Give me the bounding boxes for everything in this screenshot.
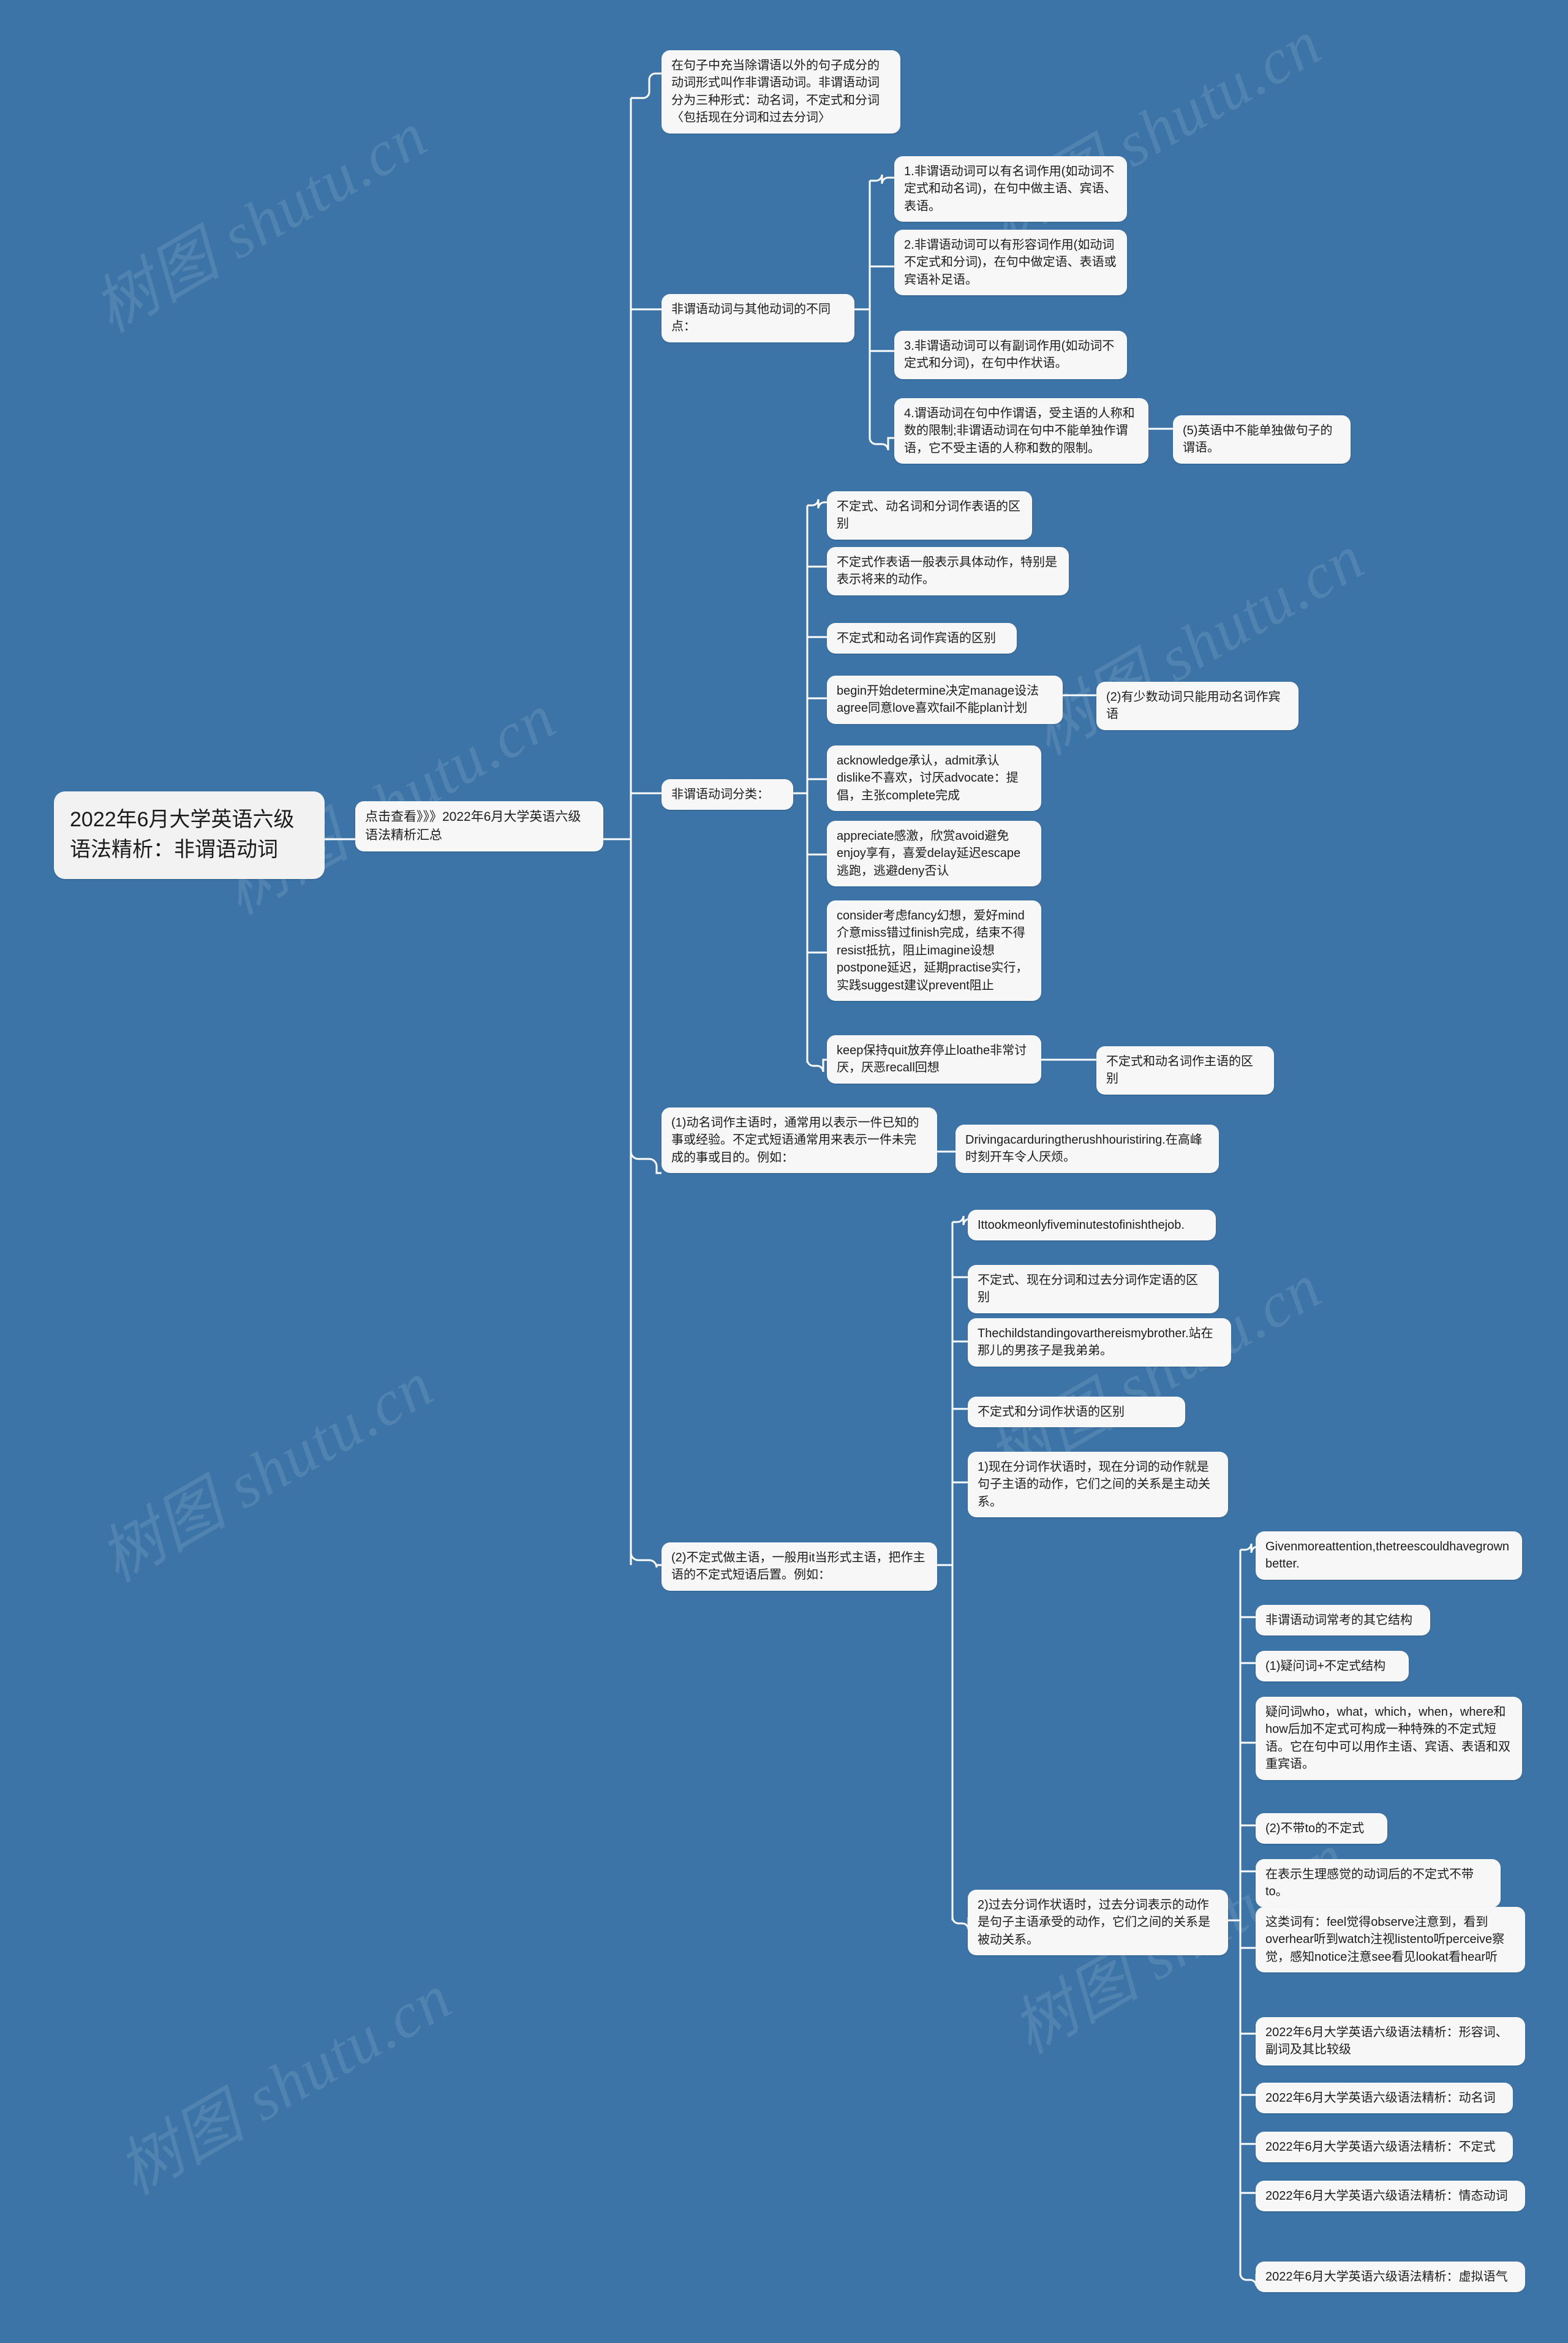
infinitive-item-6[interactable]: 2)过去分词作状语时，过去分词表示的动作是句子主语承受的动作，它们之间的关系是被…	[968, 1890, 1228, 1956]
branch-infinitive-subject-label: (2)不定式做主语，一般用it当形式主语，把作主语的不定式短语后置。例如：	[671, 1551, 925, 1582]
branch-definition-node[interactable]: 在句子中充当除谓语以外的句子成分的动词形式叫作非谓语动词。非谓语动词分为三种形式…	[662, 50, 900, 134]
infinitive-item-1-label: Ittookmeonlyfiveminutestofinishthejob.	[978, 1218, 1185, 1232]
classification-item-8-label: keep保持quit放弃停止loathe非常讨厌，厌恶recall回想	[837, 1044, 1027, 1075]
watermark-text: 树图 shutu.cn	[107, 1961, 464, 2208]
right-item-7-label: 这类词有：feel觉得observe注意到，看到overhear听到watch注…	[1265, 1915, 1505, 1964]
right-item-5-label: (2)不带to的不定式	[1265, 1822, 1365, 1835]
right-item-1[interactable]: Givenmoreattention,thetreescouldhavegrow…	[1256, 1531, 1522, 1580]
differences-item-2-label: 2.非谓语动词可以有形容词作用(如动词不定式和分词)，在句中做定语、表语或宾语补…	[904, 238, 1117, 287]
branch-differences-label: 非谓语动词与其他动词的不同点：	[671, 303, 831, 334]
classification-item-2[interactable]: 不定式作表语一般表示具体动作，特别是表示将来的动作。	[827, 547, 1069, 595]
infinitive-item-1[interactable]: Ittookmeonlyfiveminutestofinishthejob.	[968, 1210, 1216, 1241]
classification-item-4-child[interactable]: (2)有少数动词只能用动名词作宾语	[1096, 682, 1298, 730]
differences-item-4-child-label: (5)英语中不能单独做句子的谓语。	[1183, 424, 1333, 455]
classification-item-7[interactable]: consider考虑fancy幻想，爱好mind介意miss错过finish完成…	[827, 900, 1041, 1001]
classification-item-4-child-label: (2)有少数动词只能用动名词作宾语	[1106, 690, 1281, 722]
related-article-4-label: 2022年6月大学英语六级语法精析：情态动词	[1265, 2189, 1508, 2203]
right-item-1-label: Givenmoreattention,thetreescouldhavegrow…	[1265, 1540, 1510, 1571]
classification-item-1-label: 不定式、动名词和分词作表语的区别	[837, 500, 1020, 531]
branch-classification-label: 非谓语动词分类：	[671, 788, 769, 801]
infinitive-item-5-label: 1)现在分词作状语时，现在分词的动作就是句子主语的动作，它们之间的关系是主动关系…	[978, 1460, 1210, 1509]
classification-item-1[interactable]: 不定式、动名词和分词作表语的区别	[827, 491, 1032, 540]
branch-definition-label: 在句子中充当除谓语以外的句子成分的动词形式叫作非谓语动词。非谓语动词分为三种形式…	[671, 59, 880, 125]
related-article-5-label: 2022年6月大学英语六级语法精析：虚拟语气	[1265, 2270, 1508, 2284]
classification-item-8[interactable]: keep保持quit放弃停止loathe非常讨厌，厌恶recall回想	[827, 1035, 1041, 1084]
right-item-4-label: 疑问词who，what，which，when，where和how后加不定式可构成…	[1265, 1705, 1510, 1771]
differences-item-2[interactable]: 2.非谓语动词可以有形容词作用(如动词不定式和分词)，在句中做定语、表语或宾语补…	[894, 230, 1127, 296]
related-article-2[interactable]: 2022年6月大学英语六级语法精析：动名词	[1256, 2083, 1513, 2114]
differences-item-1[interactable]: 1.非谓语动词可以有名词作用(如动词不定式和动名词)，在句中做主语、宾语、表语。	[894, 156, 1127, 222]
summary-link-label: 点击查看》》》2022年6月大学英语六级语法精析汇总	[365, 810, 581, 842]
infinitive-item-3-label: Thechildstandingovarthereismybrother.站在那…	[978, 1327, 1213, 1358]
classification-item-8-child-label: 不定式和动名词作主语的区别	[1106, 1055, 1253, 1086]
infinitive-item-4[interactable]: 不定式和分词作状语的区别	[968, 1397, 1185, 1428]
classification-item-5[interactable]: acknowledge承认，admit承认dislike不喜欢，讨厌advoca…	[827, 745, 1041, 812]
infinitive-item-6-label: 2)过去分词作状语时，过去分词表示的动作是句子主语承受的动作，它们之间的关系是被…	[978, 1898, 1210, 1947]
classification-item-3[interactable]: 不定式和动名词作宾语的区别	[827, 623, 1017, 654]
right-item-6-label: 在表示生理感觉的动词后的不定式不带to。	[1265, 1868, 1474, 1899]
watermark-text: 树图 shutu.cn	[88, 1349, 445, 1596]
classification-item-3-label: 不定式和动名词作宾语的区别	[837, 632, 996, 645]
differences-item-1-label: 1.非谓语动词可以有名词作用(如动词不定式和动名词)，在句中做主语、宾语、表语。	[904, 165, 1117, 213]
related-article-3-label: 2022年6月大学英语六级语法精析：不定式	[1265, 2140, 1496, 2154]
branch-gerund-subject-label: (1)动名词作主语时，通常用以表示一件已知的事或经验。不定式短语通常用来表示一件…	[671, 1116, 919, 1164]
classification-item-6-label: appreciate感激，欣赏avoid避免enjoy享有，喜爱delay延迟e…	[837, 829, 1021, 878]
classification-item-7-label: consider考虑fancy幻想，爱好mind介意miss错过finish完成…	[837, 909, 1028, 992]
branch-differences-node[interactable]: 非谓语动词与其他动词的不同点：	[662, 294, 854, 342]
root-node-label: 2022年6月大学英语六级语法精析：非谓语动词	[70, 808, 295, 862]
related-article-4[interactable]: 2022年6月大学英语六级语法精析：情态动词	[1256, 2181, 1525, 2212]
classification-item-8-child[interactable]: 不定式和动名词作主语的区别	[1096, 1046, 1274, 1095]
infinitive-item-3[interactable]: Thechildstandingovarthereismybrother.站在那…	[968, 1318, 1231, 1367]
gerund-subject-example-label: Drivingacarduringtherushhouristiring.在高峰…	[965, 1133, 1202, 1164]
right-item-3[interactable]: (1)疑问词+不定式结构	[1256, 1651, 1409, 1682]
branch-classification-node[interactable]: 非谓语动词分类：	[662, 779, 793, 810]
related-article-2-label: 2022年6月大学英语六级语法精析：动名词	[1265, 2091, 1496, 2105]
branch-gerund-subject-node[interactable]: (1)动名词作主语时，通常用以表示一件已知的事或经验。不定式短语通常用来表示一件…	[662, 1107, 937, 1174]
infinitive-item-4-label: 不定式和分词作状语的区别	[978, 1405, 1125, 1419]
differences-item-3[interactable]: 3.非谓语动词可以有副词作用(如动词不定式和分词)，在句中作状语。	[894, 331, 1127, 379]
right-item-5[interactable]: (2)不带to的不定式	[1256, 1813, 1387, 1844]
infinitive-item-2[interactable]: 不定式、现在分词和过去分词作定语的区别	[968, 1265, 1219, 1313]
right-item-3-label: (1)疑问词+不定式结构	[1265, 1659, 1386, 1673]
related-article-3[interactable]: 2022年6月大学英语六级语法精析：不定式	[1256, 2132, 1513, 2163]
classification-item-5-label: acknowledge承认，admit承认dislike不喜欢，讨厌advoca…	[837, 754, 1019, 802]
related-article-5[interactable]: 2022年6月大学英语六级语法精析：虚拟语气	[1256, 2262, 1525, 2293]
infinitive-item-5[interactable]: 1)现在分词作状语时，现在分词的动作就是句子主语的动作，它们之间的关系是主动关系…	[968, 1452, 1228, 1518]
differences-item-4[interactable]: 4.谓语动词在句中作谓语，受主语的人称和数的限制;非谓语动词在句中不能单独作谓语…	[894, 398, 1148, 464]
right-item-2-label: 非谓语动词常考的其它结构	[1265, 1613, 1412, 1627]
right-item-6[interactable]: 在表示生理感觉的动词后的不定式不带to。	[1256, 1859, 1501, 1907]
right-item-2[interactable]: 非谓语动词常考的其它结构	[1256, 1605, 1430, 1636]
root-node[interactable]: 2022年6月大学英语六级语法精析：非谓语动词	[54, 791, 325, 879]
infinitive-item-2-label: 不定式、现在分词和过去分词作定语的区别	[978, 1273, 1198, 1305]
differences-item-3-label: 3.非谓语动词可以有副词作用(如动词不定式和分词)，在句中作状语。	[904, 339, 1115, 371]
gerund-subject-example[interactable]: Drivingacarduringtherushhouristiring.在高峰…	[956, 1125, 1219, 1173]
classification-item-6[interactable]: appreciate感激，欣赏avoid避免enjoy享有，喜爱delay延迟e…	[827, 821, 1041, 887]
classification-item-2-label: 不定式作表语一般表示具体动作，特别是表示将来的动作。	[837, 556, 1057, 587]
related-article-1-label: 2022年6月大学英语六级语法精析：形容词、副词及其比较级	[1265, 2026, 1508, 2057]
branch-infinitive-subject-node[interactable]: (2)不定式做主语，一般用it当形式主语，把作主语的不定式短语后置。例如：	[662, 1542, 937, 1591]
summary-link-node[interactable]: 点击查看》》》2022年6月大学英语六级语法精析汇总	[355, 801, 603, 851]
differences-item-4-label: 4.谓语动词在句中作谓语，受主语的人称和数的限制;非谓语动词在句中不能单独作谓语…	[904, 407, 1135, 455]
differences-item-4-child[interactable]: (5)英语中不能单独做句子的谓语。	[1173, 415, 1351, 464]
watermark-text: 树图 shutu.cn	[82, 99, 439, 346]
classification-item-4-label: begin开始determine决定manage设法agree同意love喜欢f…	[837, 684, 1039, 715]
related-article-1[interactable]: 2022年6月大学英语六级语法精析：形容词、副词及其比较级	[1256, 2017, 1525, 2066]
watermark-text: 树图 shutu.cn	[1019, 522, 1376, 769]
classification-item-4[interactable]: begin开始determine决定manage设法agree同意love喜欢f…	[827, 676, 1063, 724]
right-item-7[interactable]: 这类词有：feel觉得observe注意到，看到overhear听到watch注…	[1256, 1907, 1525, 1973]
right-item-4[interactable]: 疑问词who，what，which，when，where和how后加不定式可构成…	[1256, 1697, 1522, 1780]
